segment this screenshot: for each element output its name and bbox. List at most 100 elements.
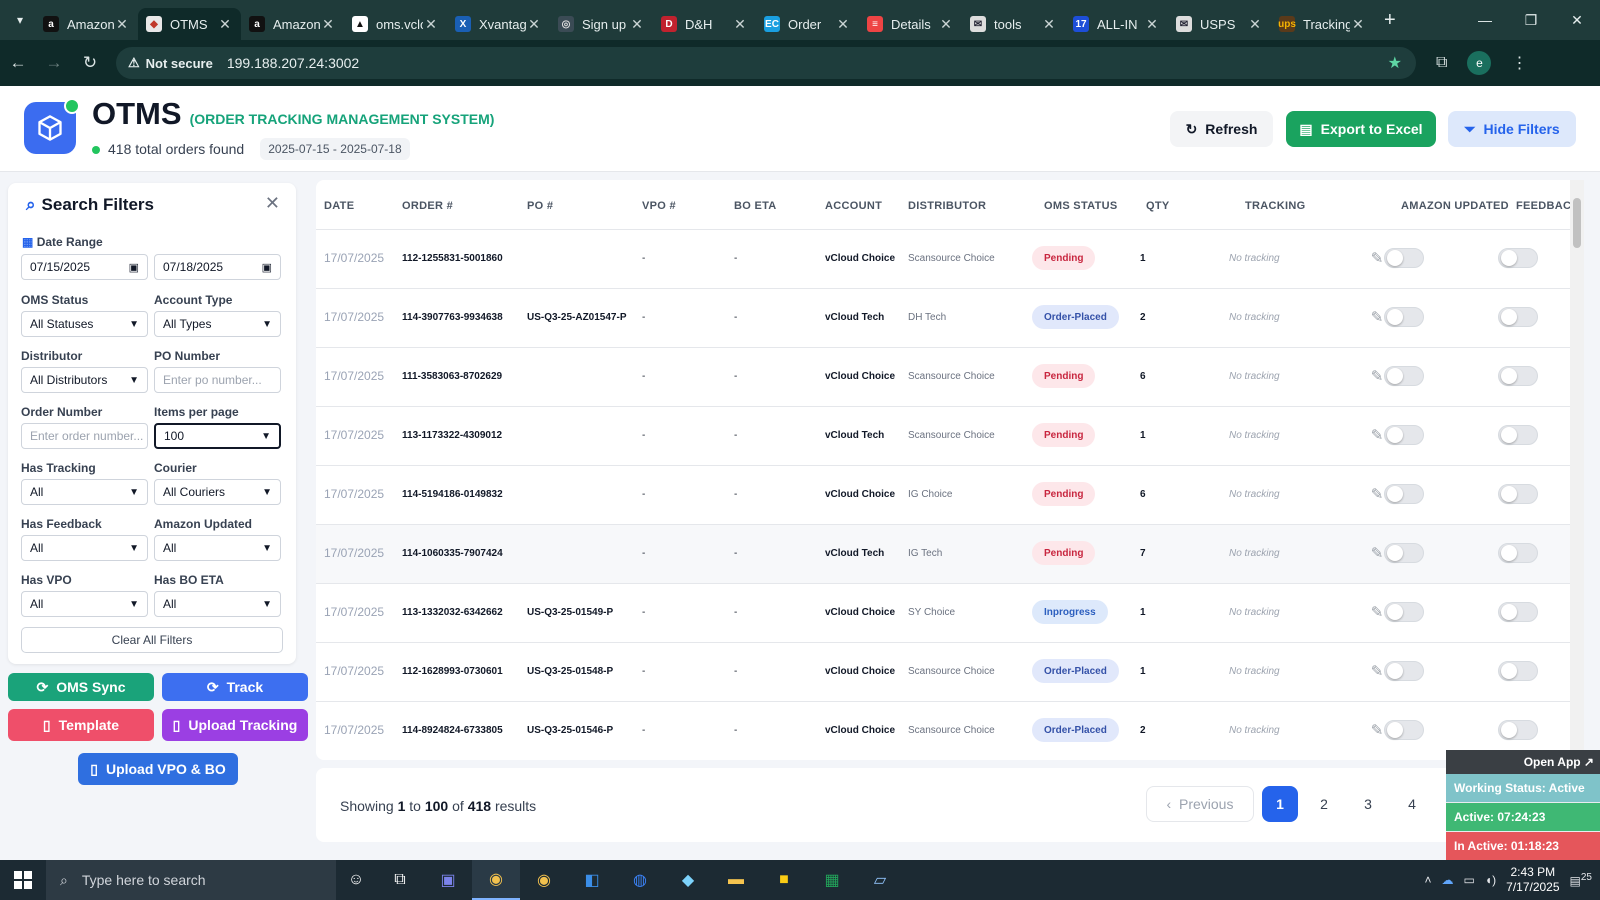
feedback-toggle[interactable] [1498, 484, 1538, 504]
notes-app-icon[interactable]: ▱ [856, 860, 904, 900]
browser-tab[interactable]: ✉ USPS ✕ [1168, 8, 1271, 40]
zoom-icon[interactable]: ◍ [616, 860, 664, 900]
feedback-toggle[interactable] [1498, 543, 1538, 563]
feedback-toggle[interactable] [1498, 602, 1538, 622]
page-button-3[interactable]: 3 [1350, 786, 1386, 822]
amazon-updated-toggle[interactable] [1384, 720, 1424, 740]
table-row[interactable]: 17/07/2025 113-1173322-4309012 - - vCloud Te… [316, 407, 1580, 466]
profile-avatar[interactable]: e [1467, 51, 1492, 75]
has-bo-eta-select[interactable]: All ▼ [154, 591, 281, 617]
col-vpo[interactable]: VPO # [642, 200, 676, 212]
has-tracking-select[interactable]: All ▼ [21, 479, 148, 505]
table-row[interactable]: 17/07/2025 112-1628993-0730601 US-Q3-25-01… [316, 643, 1580, 702]
distributor-select[interactable]: All Distributors ▼ [21, 367, 148, 393]
table-row[interactable]: 17/07/2025 114-3907763-9934638 US-Q3-25-AZ… [316, 289, 1580, 348]
table-row[interactable]: 17/07/2025 114-5194186-0149832 - - vCloud Ch… [316, 466, 1580, 525]
cell-order-number[interactable]: 112-1255831-5001860 [402, 253, 503, 264]
col-account[interactable]: ACCOUNT [825, 200, 882, 212]
has-feedback-select[interactable]: All ▼ [21, 535, 148, 561]
tab-close-icon[interactable]: ✕ [1041, 16, 1057, 33]
browser-tab[interactable]: X Xvantage✕ [447, 8, 550, 40]
export-excel-button[interactable]: ▤ Export to Excel [1286, 111, 1436, 147]
back-icon[interactable]: ← [0, 53, 36, 73]
chevron-up-icon[interactable]: ˄ [1425, 873, 1432, 887]
cell-order-number[interactable]: 113-1173322-4309012 [402, 430, 502, 441]
col-amazon-updated[interactable]: AMAZON UPDATED [1401, 200, 1509, 212]
reload-icon[interactable]: ↻ [72, 53, 108, 73]
close-window-icon[interactable]: ✕ [1554, 12, 1600, 29]
tab-search-icon[interactable]: ▾ [5, 5, 35, 35]
tab-close-icon[interactable]: ✕ [835, 16, 851, 33]
feedback-toggle[interactable] [1498, 425, 1538, 445]
table-row[interactable]: 17/07/2025 114-8924824-6733805 US-Q3-25-01… [316, 702, 1580, 760]
windows-start-icon[interactable] [0, 860, 46, 900]
scrollbar-thumb[interactable] [1573, 198, 1581, 248]
track-button[interactable]: ⟳ Track [162, 673, 308, 701]
tab-close-icon[interactable]: ✕ [526, 16, 542, 33]
browser-tab[interactable]: ✉ tools ✕ [962, 8, 1065, 40]
tab-close-icon[interactable]: ✕ [423, 16, 439, 33]
table-row[interactable]: 17/07/2025 112-1255831-5001860 - - vCloud Ch… [316, 230, 1580, 289]
cell-order-number[interactable]: 113-1332032-6342662 [402, 607, 503, 618]
file-explorer-icon[interactable]: ▬ [712, 860, 760, 900]
not-secure-indicator[interactable]: ⚠ Not secure [128, 55, 227, 71]
tab-close-icon[interactable]: ✕ [1144, 16, 1160, 33]
forward-icon[interactable]: → [36, 53, 72, 73]
items-per-page-select[interactable]: 100 ▼ [154, 423, 281, 449]
bookmark-star-icon[interactable]: ★ [1388, 53, 1402, 73]
taskbar-search[interactable]: ⌕ Type here to search [46, 860, 336, 900]
order-number-input[interactable]: Enter order number... [21, 423, 148, 449]
amazon-updated-toggle[interactable] [1384, 307, 1424, 327]
amazon-updated-toggle[interactable] [1384, 248, 1424, 268]
clear-filters-button[interactable]: Clear All Filters [21, 627, 283, 653]
tab-close-icon[interactable]: ✕ [1350, 16, 1366, 33]
previous-page-button[interactable]: ‹ Previous [1146, 786, 1254, 822]
cell-order-number[interactable]: 112-1628993-0730601 [402, 666, 503, 677]
task-view-icon[interactable]: ⧉ [376, 860, 424, 900]
cell-order-number[interactable]: 114-1060335-7907424 [402, 548, 503, 559]
tab-close-icon[interactable]: ✕ [629, 16, 645, 33]
open-app-button[interactable]: Open App ↗ [1446, 750, 1600, 774]
amazon-updated-toggle[interactable] [1384, 602, 1424, 622]
browser-tab[interactable]: 17 ALL-IN ✕ [1065, 8, 1168, 40]
url-omnibox[interactable]: ⚠ Not secure 199.188.207.24:3002 ★ [116, 47, 1416, 79]
excel-icon[interactable]: ▦ [808, 860, 856, 900]
extensions-icon[interactable]: ⧉ [1436, 54, 1447, 72]
browser-tab[interactable]: ▲ oms.vcloud✕ [344, 8, 447, 40]
tab-close-icon[interactable]: ✕ [114, 16, 130, 33]
table-scrollbar[interactable] [1570, 180, 1584, 760]
amazon-updated-select[interactable]: All ▼ [154, 535, 281, 561]
chrome-icon[interactable]: ◉ [472, 860, 520, 900]
date-from-input[interactable]: 07/15/2025 ▣ [21, 254, 148, 280]
browser-tab[interactable]: a Amazon ✕ [35, 8, 138, 40]
has-vpo-select[interactable]: All ▼ [21, 591, 148, 617]
amazon-updated-toggle[interactable] [1384, 425, 1424, 445]
browser-tab[interactable]: ◆ OTMS ✕ [138, 8, 241, 40]
feedback-toggle[interactable] [1498, 366, 1538, 386]
tab-close-icon[interactable]: ✕ [1247, 16, 1263, 33]
page-button-2[interactable]: 2 [1306, 786, 1342, 822]
cell-order-number[interactable]: 114-3907763-9934638 [402, 312, 503, 323]
new-tab-icon[interactable]: + [1384, 9, 1396, 32]
browser-tab[interactable]: a Amazon ✕ [241, 8, 344, 40]
cell-order-number[interactable]: 111-3583063-8702629 [402, 371, 502, 382]
tab-close-icon[interactable]: ✕ [320, 16, 336, 33]
notifications-icon[interactable]: ▤25 [1570, 872, 1592, 888]
col-oms-status[interactable]: OMS STATUS [1044, 200, 1117, 212]
refresh-button[interactable]: ↻ Refresh [1170, 111, 1273, 147]
tab-close-icon[interactable]: ✕ [938, 16, 954, 33]
courier-select[interactable]: All Couriers ▼ [154, 479, 281, 505]
browser-menu-icon[interactable]: ⋮ [1511, 53, 1527, 73]
restore-icon[interactable]: ❐ [1508, 12, 1554, 29]
onedrive-icon[interactable]: ☁ [1442, 873, 1454, 887]
amazon-updated-toggle[interactable] [1384, 543, 1424, 563]
amazon-updated-toggle[interactable] [1384, 484, 1424, 504]
emoji-icon[interactable]: ☺ [336, 860, 376, 900]
col-date[interactable]: DATE [324, 200, 354, 212]
browser-tab[interactable]: ≡ Details ✕ [859, 8, 962, 40]
amazon-updated-toggle[interactable] [1384, 366, 1424, 386]
feedback-toggle[interactable] [1498, 248, 1538, 268]
browser-tab[interactable]: D D&H ✕ [653, 8, 756, 40]
close-filters-icon[interactable]: ✕ [265, 193, 280, 214]
browser-tab[interactable]: ◎ Sign up ✕ [550, 8, 653, 40]
